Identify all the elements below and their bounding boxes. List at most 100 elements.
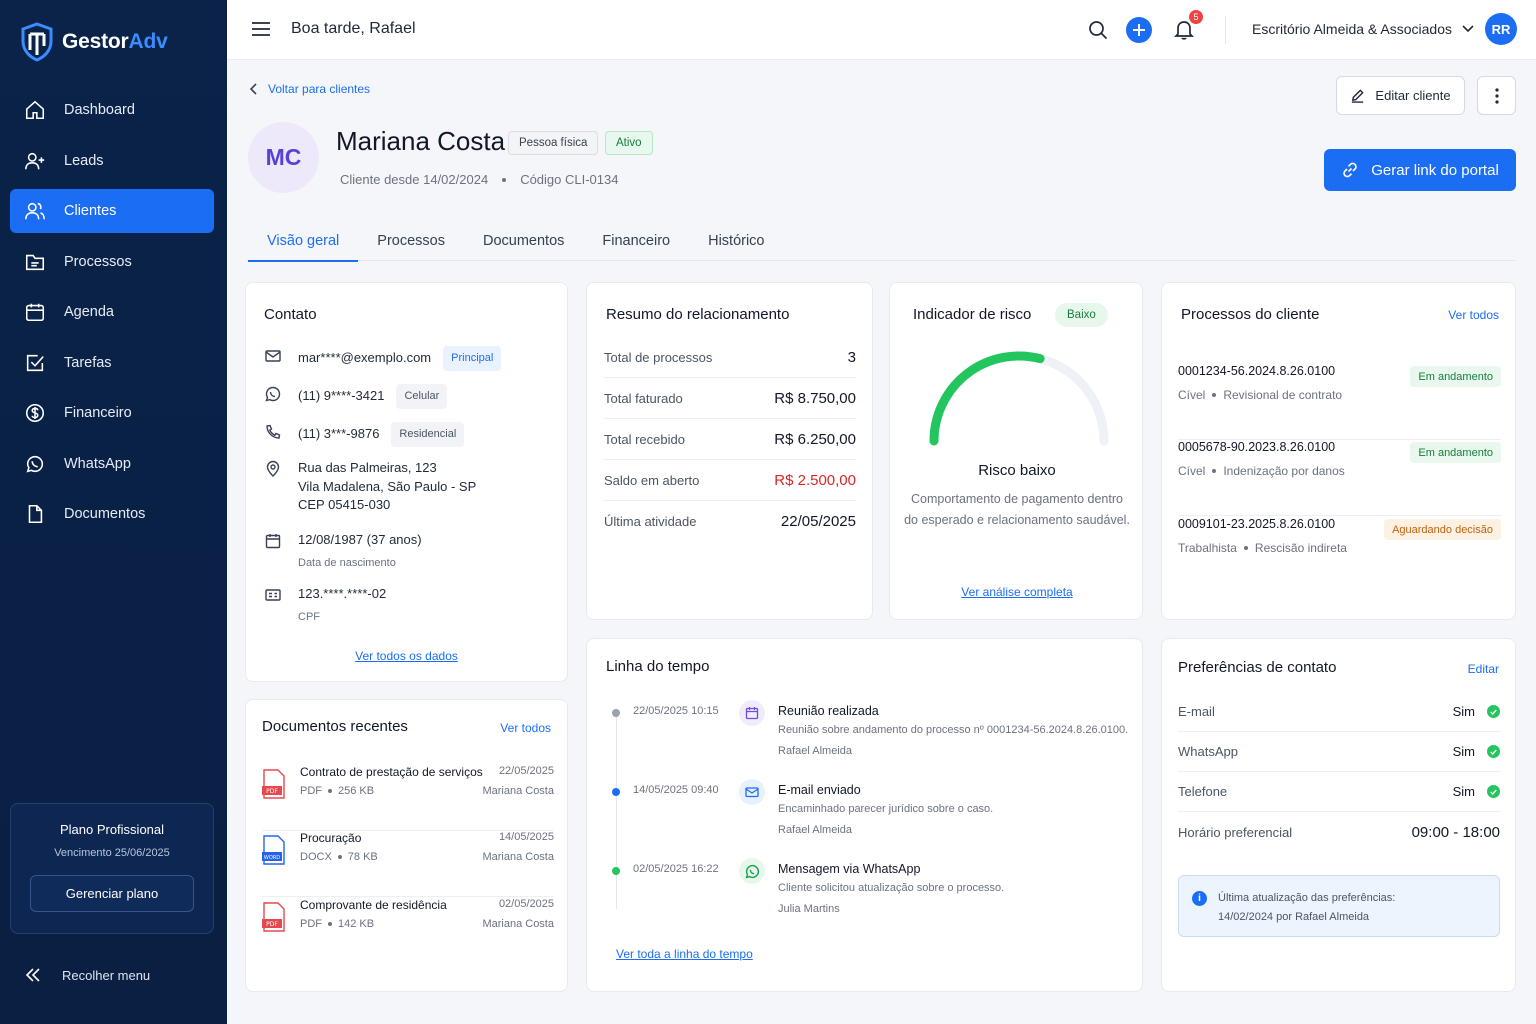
search-icon[interactable] — [1088, 20, 1108, 40]
tab-processos[interactable]: Processos — [358, 220, 464, 261]
preference-label: Telefone — [1178, 784, 1228, 799]
brand-name: GestorAdv — [62, 30, 168, 53]
document-item[interactable]: WORD Procuração DOCX 78 KB 14/05/2025 Mar… — [262, 831, 554, 897]
process-area: Cível — [1178, 464, 1206, 478]
client-avatar: MC — [248, 122, 319, 193]
collapse-menu-label: Recolher menu — [62, 967, 151, 983]
document-author: Mariana Costa — [482, 851, 554, 863]
greeting: Boa tarde, Rafael — [291, 20, 416, 37]
document-type: PDF — [300, 918, 322, 930]
timeline-item: 14/05/2025 09:40 E-mail enviado Encaminh… — [587, 779, 1143, 863]
edit-client-label: Editar cliente — [1375, 88, 1451, 103]
process-item[interactable]: 0005678-90.2023.8.26.0100 Cível Indenizaç… — [1178, 440, 1501, 516]
document-author: Mariana Costa — [482, 918, 554, 930]
document-size: 142 KB — [338, 918, 375, 930]
sidebar-item-label: WhatsApp — [64, 455, 131, 472]
relationship-summary-title: Resumo do relacionamento — [606, 306, 790, 323]
contact-email[interactable]: mar****@exemplo.com — [298, 350, 431, 365]
sidebar-item-tarefas[interactable]: Tarefas — [10, 341, 214, 385]
edit-client-button[interactable]: Editar cliente — [1336, 76, 1465, 115]
summary-label: Total recebido — [604, 431, 685, 447]
timeline-event-title: E-mail enviado — [778, 783, 861, 797]
user-avatar[interactable]: RR — [1485, 13, 1517, 45]
pdf-file-icon: PDF — [262, 769, 285, 799]
view-all-processes-link[interactable]: Ver todos — [1448, 308, 1499, 322]
sidebar-item-dashboard[interactable]: Dashboard — [10, 88, 214, 132]
preference-row: E-mail Sim — [1178, 692, 1500, 732]
tab-documentos[interactable]: Documentos — [464, 220, 583, 261]
plan-box: Plano Profissional Vencimento 25/06/2025… — [10, 803, 214, 934]
document-name: Procuração — [300, 831, 362, 845]
sidebar-item-leads[interactable]: Leads — [10, 139, 214, 183]
topbar: Boa tarde, Rafael 5 Escritório Almeida &… — [227, 0, 1536, 60]
process-number: 0001234-56.2024.8.26.0100 — [1178, 364, 1336, 378]
risk-gauge — [929, 351, 1109, 446]
sidebar-item-label: Financeiro — [64, 405, 132, 421]
office-selector[interactable]: Escritório Almeida & Associados — [1252, 21, 1474, 37]
sidebar-item-whatsapp[interactable]: WhatsApp — [10, 442, 214, 486]
gauge-fill — [929, 351, 1045, 446]
birth-date-label: Data de nascimento — [298, 556, 396, 569]
brand-logo[interactable]: GestorAdv — [20, 22, 168, 62]
tab-historico[interactable]: Histórico — [689, 220, 783, 261]
edit-preferences-link[interactable]: Editar — [1468, 662, 1499, 676]
separator-dot — [1243, 546, 1248, 550]
document-item[interactable]: PDF Comprovante de residência PDF 142 KB … — [262, 898, 554, 964]
recent-documents-title: Documentos recentes — [262, 718, 408, 735]
view-full-timeline-link[interactable]: Ver toda a linha do tempo — [616, 947, 753, 961]
id-card-icon — [265, 589, 281, 601]
sidebar-item-financeiro[interactable]: Financeiro — [10, 391, 214, 435]
process-description: Rescisão indireta — [1254, 541, 1347, 555]
contact-whatsapp-row: (11) 9****-3421 Celular — [264, 384, 448, 409]
tab-visao-geral[interactable]: Visão geral — [248, 220, 359, 262]
process-description: Indenização por danos — [1223, 464, 1345, 478]
add-button[interactable] — [1126, 17, 1152, 43]
separator-dot — [328, 922, 332, 926]
document-item[interactable]: PDF Contrato de prestação de serviços PD… — [262, 765, 554, 831]
process-item[interactable]: 0009101-23.2025.8.26.0100 Trabalhista Res… — [1178, 517, 1501, 593]
mail-icon — [265, 350, 281, 362]
recent-documents-card: Documentos recentes Ver todos PDF Contra… — [245, 699, 568, 992]
client-type-tag: Pessoa física — [508, 131, 599, 155]
sidebar-item-documentos[interactable]: Documentos — [10, 492, 214, 536]
document-size: 78 KB — [347, 851, 378, 863]
sidebar-item-clientes[interactable]: Clientes — [10, 189, 214, 233]
back-to-clients-link[interactable]: Voltar para clientes — [250, 82, 370, 96]
home-icon — [25, 100, 45, 120]
sidebar-item-agenda[interactable]: Agenda — [10, 290, 214, 334]
preference-row: Telefone Sim — [1178, 772, 1500, 812]
timeline-event-description: Cliente solicitou atualização sobre o pr… — [778, 882, 1005, 894]
view-all-documents-link[interactable]: Ver todos — [500, 721, 551, 735]
shield-logo-icon — [21, 22, 53, 62]
timeline-event-author: Julia Martins — [778, 903, 840, 915]
contact-birth-row: 12/08/1987 (37 anos) Data de nascimento — [264, 531, 422, 572]
process-item[interactable]: 0001234-56.2024.8.26.0100 Cível Revisiona… — [1178, 364, 1501, 440]
sidebar-item-processos[interactable]: Processos — [10, 240, 214, 284]
contact-phone[interactable]: (11) 3***-9876 — [298, 426, 379, 441]
address-line-1: Rua das Palmeiras, 123 — [298, 460, 437, 475]
timeline-date: 22/05/2025 10:15 — [633, 705, 719, 717]
preferences-info-box: i Última atualização das preferências: 1… — [1178, 875, 1500, 937]
timeline-event-title: Reunião realizada — [778, 704, 879, 718]
document-type: PDF — [300, 785, 322, 797]
tab-financeiro[interactable]: Financeiro — [583, 220, 689, 261]
manage-plan-button[interactable]: Gerenciar plano — [30, 875, 194, 912]
contact-whatsapp[interactable]: (11) 9****-3421 — [298, 388, 384, 403]
preference-row: WhatsApp Sim — [1178, 732, 1500, 772]
process-area: Trabalhista — [1178, 541, 1237, 555]
view-full-analysis-link[interactable]: Ver análise completa — [890, 585, 1144, 599]
summary-row: Total faturado R$ 8.750,00 — [604, 378, 856, 419]
plan-due-date: Vencimento 25/06/2025 — [54, 847, 170, 859]
plan-title: Plano Profissional — [59, 822, 165, 837]
more-options-button[interactable] — [1477, 76, 1516, 115]
collapse-menu-button[interactable]: Recolher menu — [24, 966, 150, 984]
timeline-icon-wrap — [739, 700, 765, 726]
whatsapp-tag: Celular — [396, 384, 448, 409]
document-name: Comprovante de residência — [300, 898, 447, 912]
view-all-data-link[interactable]: Ver todos os dados — [246, 649, 567, 663]
calendar-icon — [265, 534, 281, 549]
summary-row: Última atividade 22/05/2025 — [604, 501, 856, 542]
hamburger-menu-icon[interactable] — [251, 20, 271, 38]
generate-portal-link-button[interactable]: Gerar link do portal — [1324, 149, 1516, 191]
phone-tag: Residencial — [391, 422, 465, 447]
